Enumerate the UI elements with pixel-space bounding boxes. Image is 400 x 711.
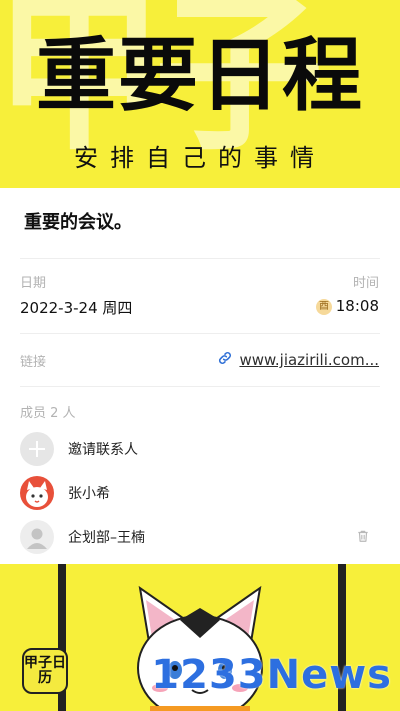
avatar [20, 476, 54, 510]
divider [20, 333, 380, 334]
member-name: 企划部–王楠 [68, 530, 145, 546]
member-name: 张小希 [68, 486, 110, 502]
member-name: 邀请联系人 [68, 442, 138, 458]
add-contact-icon[interactable] [20, 432, 54, 466]
link-icon [217, 350, 233, 370]
watermark-text: 1233News [151, 652, 392, 698]
promo-banner: 甲子日历 1233News [0, 564, 400, 711]
delete-member-icon[interactable] [356, 528, 370, 547]
default-avatar-icon [20, 520, 54, 554]
time-label: 时间 [352, 276, 379, 291]
member-row[interactable]: 企划部–王楠 [20, 520, 145, 554]
earthly-branch-icon: 酉 [316, 299, 332, 315]
date-value[interactable]: 2022-3-24 周四 [20, 297, 132, 318]
invite-contact-row[interactable]: 邀请联系人 [20, 432, 138, 466]
divider [20, 258, 380, 259]
link-label: 链接 [20, 355, 47, 370]
event-card: 重要的会议。 日期 时间 2022-3-24 周四 酉 18:08 链接 www… [0, 188, 400, 564]
date-label: 日期 [20, 276, 47, 291]
event-title[interactable]: 重要的会议。 [24, 208, 132, 234]
members-header: 成员 2 人 [20, 406, 76, 421]
banner-title: 重要日程 [36, 28, 364, 122]
time-value[interactable]: 18:08 [336, 297, 379, 315]
member-row[interactable]: 张小希 [20, 476, 110, 510]
link-value[interactable]: www.jiazirili.com... [239, 351, 379, 369]
link-row[interactable]: www.jiazirili.com... [217, 350, 379, 370]
header-banner: 甲子 重要日程 安排自己的事情 [0, 0, 400, 188]
app-logo: 甲子日历 [22, 648, 68, 694]
divider [20, 386, 380, 387]
banner-subtitle: 安排自己的事情 [74, 144, 326, 172]
